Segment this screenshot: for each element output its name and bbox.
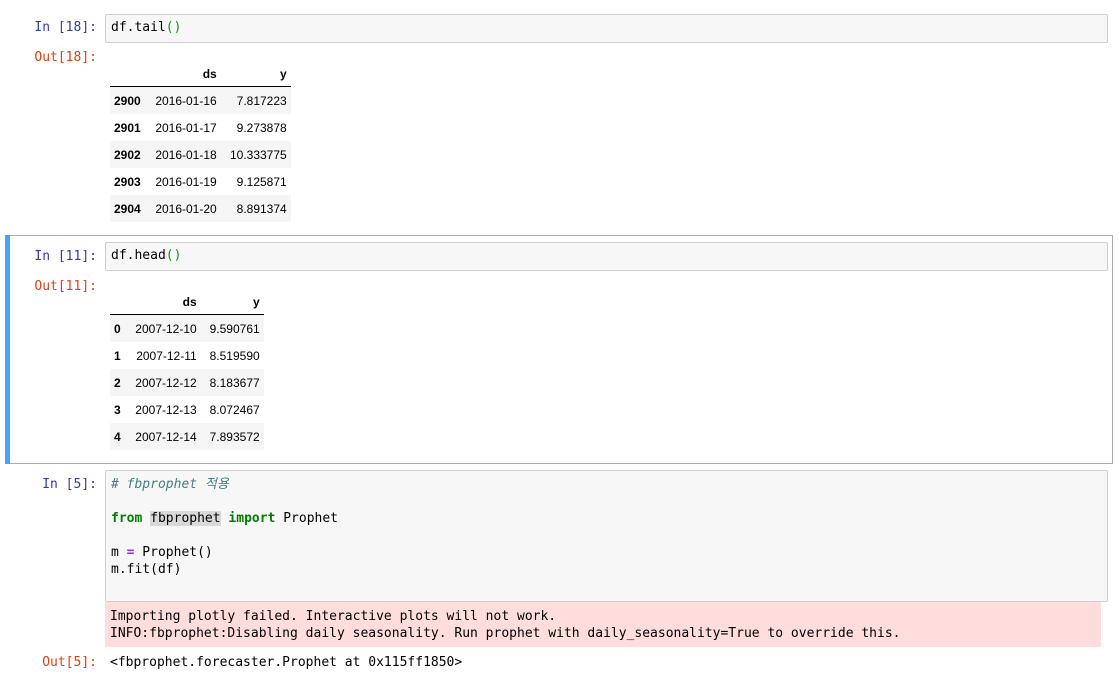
ds-cell: 2016-01-20 [155, 201, 217, 216]
table-row: 2902 2016-01-18 10.333775 [110, 141, 291, 168]
ds-cell: 2007-12-14 [135, 429, 197, 444]
row-index: 0 [114, 321, 121, 336]
fit-call: m.fit(df) [111, 562, 182, 577]
cell1-code-input[interactable]: df.tail() [105, 14, 1108, 43]
table-row: 2 2007-12-12 8.183677 [110, 369, 264, 396]
stderr-output: Importing plotly failed. Interactive plo… [105, 602, 1101, 647]
row-index: 1 [114, 348, 121, 363]
assign-value: Prophet() [134, 545, 213, 560]
column-header-y: y [220, 62, 291, 87]
ds-cell: 2016-01-19 [155, 174, 217, 189]
row-index: 2903 [114, 174, 141, 189]
cell2-code: df.head [111, 248, 166, 263]
code-comment: # fbprophet 적용 [111, 477, 229, 492]
row-index: 2900 [114, 93, 141, 108]
table-row: 3 2007-12-13 8.072467 [110, 396, 264, 423]
ds-cell: 2007-12-12 [135, 375, 197, 390]
table-row: 0 2007-12-10 9.590761 [110, 314, 264, 342]
ds-cell: 2007-12-13 [135, 402, 197, 417]
index-header [110, 290, 125, 315]
cell3-code-input[interactable]: # fbprophet 적용 from fbprophet import Pro… [105, 470, 1108, 602]
row-index: 2 [114, 375, 121, 390]
table-row: 4 2007-12-14 7.893572 [110, 423, 264, 450]
column-header-ds: ds [144, 62, 221, 87]
cell1-code: df.tail [111, 20, 166, 35]
cell3-output-text: <fbprophet.forecaster.Prophet at 0x115ff… [110, 655, 463, 670]
y-cell: 10.333775 [229, 147, 287, 162]
row-index: 4 [114, 429, 121, 444]
y-cell: 8.891374 [236, 201, 287, 216]
assign-var: m [111, 545, 127, 560]
keyword-from: from [111, 511, 143, 526]
stderr-line: INFO:fbprophet:Disabling daily seasonali… [110, 626, 901, 641]
y-cell: 8.519590 [209, 348, 260, 363]
cell-selection-bar [5, 235, 10, 464]
y-cell: 8.072467 [209, 402, 260, 417]
row-index: 2904 [114, 201, 141, 216]
stderr-line: Importing plotly failed. Interactive plo… [110, 609, 557, 624]
table-row: 2900 2016-01-16 7.817223 [110, 86, 291, 114]
cell3-out-prompt: Out[5]: [42, 655, 97, 670]
y-cell: 9.273878 [236, 120, 287, 135]
import-name: Prophet [275, 511, 339, 526]
y-cell: 8.183677 [209, 375, 260, 390]
table-row: 2904 2016-01-20 8.891374 [110, 195, 291, 222]
cell2-out-prompt: Out[11]: [34, 279, 97, 294]
row-index: 2902 [114, 147, 141, 162]
module-name: fbprophet [150, 511, 221, 526]
cell1-out-prompt: Out[18]: [34, 50, 97, 65]
ds-cell: 2016-01-18 [155, 147, 217, 162]
row-index: 2901 [114, 120, 141, 135]
cell1-in-prompt: In [18]: [34, 20, 97, 35]
y-cell: 9.590761 [209, 321, 260, 336]
ds-cell: 2007-12-10 [135, 321, 197, 336]
cell2-code-input[interactable]: df.head() [105, 242, 1108, 271]
table-row: 2901 2016-01-17 9.273878 [110, 114, 291, 141]
cell3-in-prompt: In [5]: [42, 477, 97, 492]
table-row: 1 2007-12-11 8.519590 [110, 342, 264, 369]
cell2-in-prompt: In [11]: [34, 249, 97, 264]
y-cell: 7.817223 [236, 93, 287, 108]
column-header-ds: ds [124, 290, 201, 315]
index-header [110, 62, 145, 87]
cell1-code-parens: () [165, 20, 182, 35]
cell2-dataframe: ds y 0 2007-12-10 9.590761 1 2007-12-11 8.51… [110, 290, 264, 450]
cell2-code-parens: () [165, 248, 182, 263]
y-cell: 9.125871 [236, 174, 287, 189]
keyword-import: import [228, 511, 276, 526]
y-cell: 7.893572 [209, 429, 260, 444]
ds-cell: 2007-12-11 [136, 348, 197, 363]
ds-cell: 2016-01-16 [155, 93, 217, 108]
table-row: 2903 2016-01-19 9.125871 [110, 168, 291, 195]
ds-cell: 2016-01-17 [155, 120, 217, 135]
row-index: 3 [114, 402, 121, 417]
column-header-y: y [200, 290, 264, 315]
cell1-dataframe: ds y 2900 2016-01-16 7.817223 2901 2016-01-… [110, 62, 291, 222]
